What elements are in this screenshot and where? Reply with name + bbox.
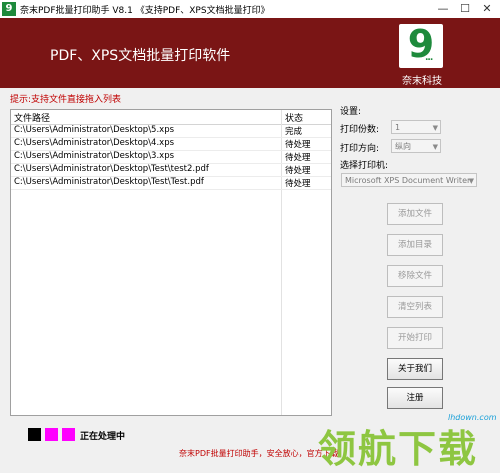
orientation-value: 纵向 [395, 142, 411, 151]
file-path: C:\Users\Administrator\Desktop\Test\test… [14, 164, 209, 174]
header-banner: PDF、XPS文档批量打印软件 9 ... 奈末科技 [0, 18, 500, 88]
register-button[interactable]: 注册 [387, 387, 443, 409]
add-directory-button[interactable]: 添加目录 [387, 234, 443, 256]
clear-list-button[interactable]: 清空列表 [387, 296, 443, 318]
orientation-label: 打印方向: [340, 144, 380, 154]
orientation-select[interactable]: 纵向 ▼ [391, 139, 441, 153]
status-square-black [28, 428, 41, 441]
printer-select[interactable]: Microsoft XPS Document Writer ▼ [341, 173, 477, 187]
window-title: 奈末PDF批量打印助手 V8.1 《支持PDF、XPS文档批量打印》 [20, 6, 270, 16]
start-print-button[interactable]: 开始打印 [387, 327, 443, 349]
column-header-status[interactable]: 状态 [285, 111, 303, 124]
drag-hint: 提示:支持文件直接拖入列表 [10, 95, 122, 105]
file-status: 待处理 [285, 179, 311, 189]
watermark-text: 领航下载 [318, 427, 479, 471]
brand-name: 奈末科技 [402, 76, 442, 87]
chevron-down-icon: ▼ [468, 177, 474, 185]
table-row[interactable]: C:\Users\Administrator\Desktop\4.xps 待处理 [11, 138, 331, 151]
status-square-magenta [62, 428, 75, 441]
brand-logo-icon: 9 ... [399, 22, 443, 68]
chevron-down-icon: ▼ [432, 124, 438, 132]
add-file-button[interactable]: 添加文件 [387, 203, 443, 225]
logo-nine: 9 [407, 22, 435, 66]
file-status: 待处理 [285, 153, 311, 163]
file-path: C:\Users\Administrator\Desktop\5.xps [14, 125, 175, 135]
copies-value: 1 [395, 123, 401, 132]
file-status: 待处理 [285, 140, 311, 150]
file-status: 待处理 [285, 166, 311, 176]
file-path: C:\Users\Administrator\Desktop\3.xps [14, 151, 175, 161]
close-button[interactable]: ✕ [476, 0, 498, 17]
file-path: C:\Users\Administrator\Desktop\4.xps [14, 138, 175, 148]
column-header-path[interactable]: 文件路径 [14, 111, 50, 124]
table-row[interactable]: C:\Users\Administrator\Desktop\Test\Test… [11, 177, 331, 190]
minimize-button[interactable]: — [432, 0, 454, 17]
processing-status: 正在处理中 [80, 432, 126, 442]
printer-value: Microsoft XPS Document Writer [345, 176, 471, 185]
status-square-magenta [45, 428, 58, 441]
table-row[interactable]: C:\Users\Administrator\Desktop\3.xps 待处理 [11, 151, 331, 164]
printer-label: 选择打印机: [340, 161, 389, 171]
copies-label: 打印份数: [340, 125, 380, 135]
copies-select[interactable]: 1 ▼ [391, 120, 441, 134]
app-icon: 9 [2, 2, 16, 16]
logo-dots: ... [425, 53, 433, 63]
footer-text: 奈末PDF批量打印助手，安全放心，官方下载 [179, 449, 339, 458]
about-us-button[interactable]: 关于我们 [387, 358, 443, 380]
table-row[interactable]: C:\Users\Administrator\Desktop\5.xps 完成 [11, 125, 331, 138]
file-status: 完成 [285, 127, 303, 137]
banner-title: PDF、XPS文档批量打印软件 [50, 48, 231, 64]
chevron-down-icon: ▼ [432, 143, 438, 151]
maximize-button[interactable]: ☐ [454, 0, 476, 17]
table-row[interactable]: C:\Users\Administrator\Desktop\Test\test… [11, 164, 331, 177]
file-path: C:\Users\Administrator\Desktop\Test\Test… [14, 177, 204, 187]
settings-label: 设置: [340, 107, 362, 117]
list-header: 文件路径 状态 [11, 110, 331, 125]
file-list[interactable]: 文件路径 状态 C:\Users\Administrator\Desktop\5… [10, 109, 332, 416]
file-rows: C:\Users\Administrator\Desktop\5.xps 完成 … [11, 125, 331, 190]
title-bar: 9 奈末PDF批量打印助手 V8.1 《支持PDF、XPS文档批量打印》 — ☐… [0, 0, 500, 19]
remove-file-button[interactable]: 移除文件 [387, 265, 443, 287]
